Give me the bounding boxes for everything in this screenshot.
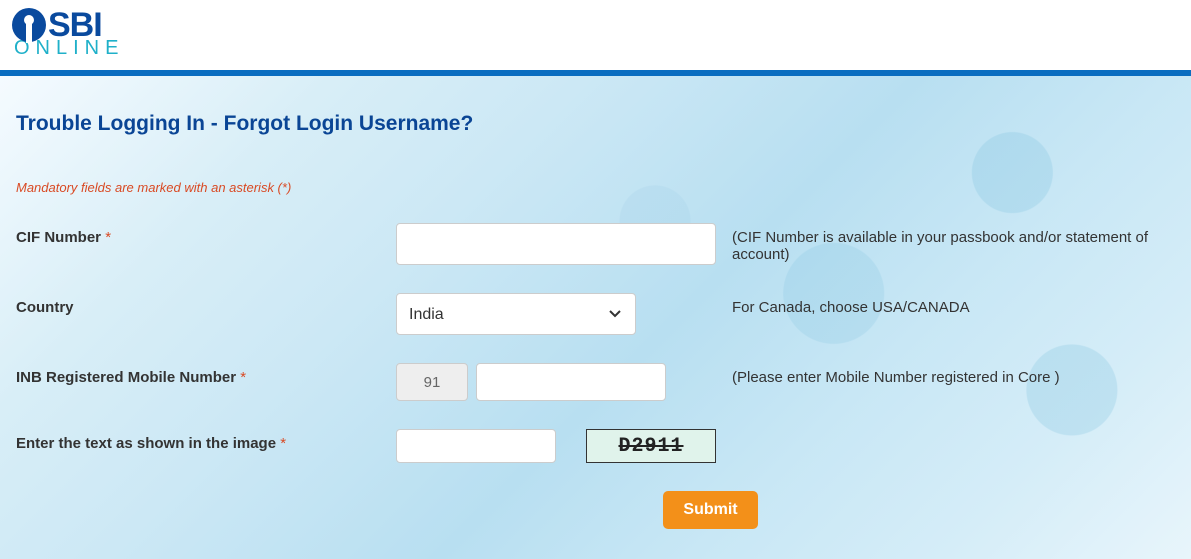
asterisk-icon: *: [280, 435, 286, 452]
label-mobile: INB Registered Mobile Number *: [16, 363, 396, 386]
label-country: Country: [16, 293, 396, 316]
label-cif: CIF Number *: [16, 223, 396, 246]
hint-cif: (CIF Number is available in your passboo…: [716, 223, 1175, 263]
label-cif-text: CIF Number: [16, 229, 101, 246]
cif-input[interactable]: [396, 223, 716, 265]
label-captcha-text: Enter the text as shown in the image: [16, 435, 276, 452]
row-captcha: Enter the text as shown in the image * D…: [16, 429, 1175, 463]
asterisk-icon: *: [240, 369, 246, 386]
row-mobile: INB Registered Mobile Number * (Please e…: [16, 363, 1175, 401]
mobile-number-input[interactable]: [476, 363, 666, 401]
row-cif: CIF Number * (CIF Number is available in…: [16, 223, 1175, 265]
sbi-logo: SBI: [12, 8, 1179, 42]
captcha-input[interactable]: [396, 429, 556, 463]
logo-sub-text: ONLINE: [14, 38, 1179, 58]
page-title: Trouble Logging In - Forgot Login Userna…: [16, 112, 1175, 136]
sbi-keyhole-icon: [12, 8, 46, 42]
hint-country: For Canada, choose USA/CANADA: [716, 293, 1175, 316]
captcha-image: D2911: [586, 429, 716, 463]
label-captcha: Enter the text as shown in the image *: [16, 429, 396, 452]
header-logo-area: SBI ONLINE: [0, 0, 1191, 64]
submit-button[interactable]: Submit: [663, 491, 757, 529]
mobile-cc-input: [396, 363, 468, 401]
asterisk-icon: *: [105, 229, 111, 246]
row-country: Country India For Canada, choose USA/CAN…: [16, 293, 1175, 335]
submit-row: Submit: [16, 491, 1175, 529]
country-select[interactable]: India: [396, 293, 636, 335]
main-panel: Trouble Logging In - Forgot Login Userna…: [0, 76, 1191, 559]
label-mobile-text: INB Registered Mobile Number: [16, 369, 236, 386]
hint-mobile: (Please enter Mobile Number registered i…: [716, 363, 1175, 386]
mandatory-note: Mandatory fields are marked with an aste…: [16, 180, 1175, 195]
